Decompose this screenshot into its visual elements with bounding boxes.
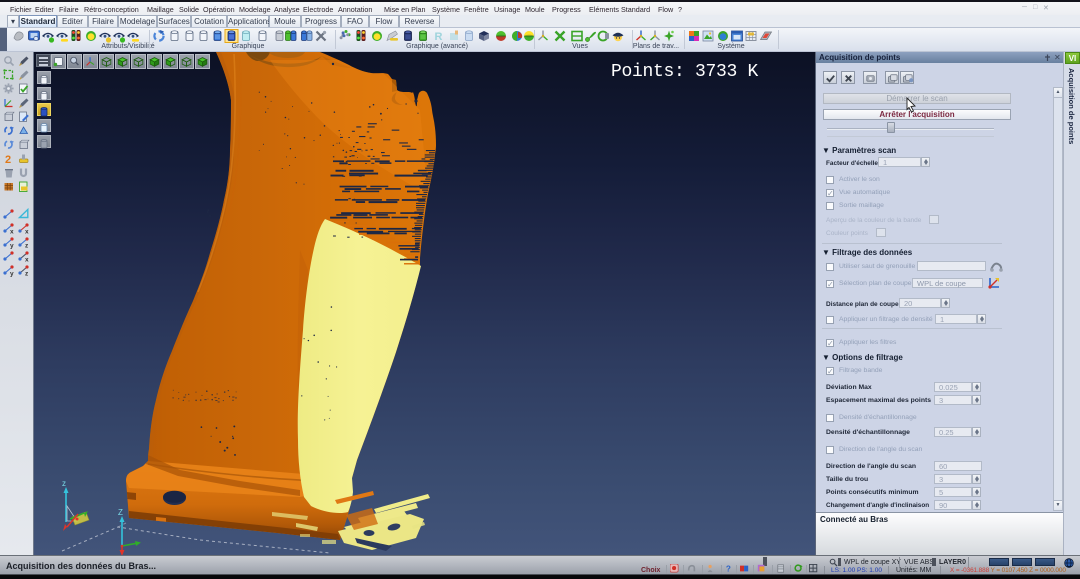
svg-text:z: z [25,271,29,278]
svg-text:x: x [25,257,29,264]
svg-text:y: y [10,271,14,278]
svg-text:z: z [62,479,66,488]
svg-text:x: x [25,229,29,236]
svg-text:Z: Z [118,508,123,517]
svg-text:z: z [25,243,29,250]
svg-text:2: 2 [5,154,11,166]
svg-text:?: ? [726,564,731,573]
svg-text:R: R [435,31,443,43]
svg-text:y: y [10,243,14,250]
svg-text:x: x [10,229,14,236]
